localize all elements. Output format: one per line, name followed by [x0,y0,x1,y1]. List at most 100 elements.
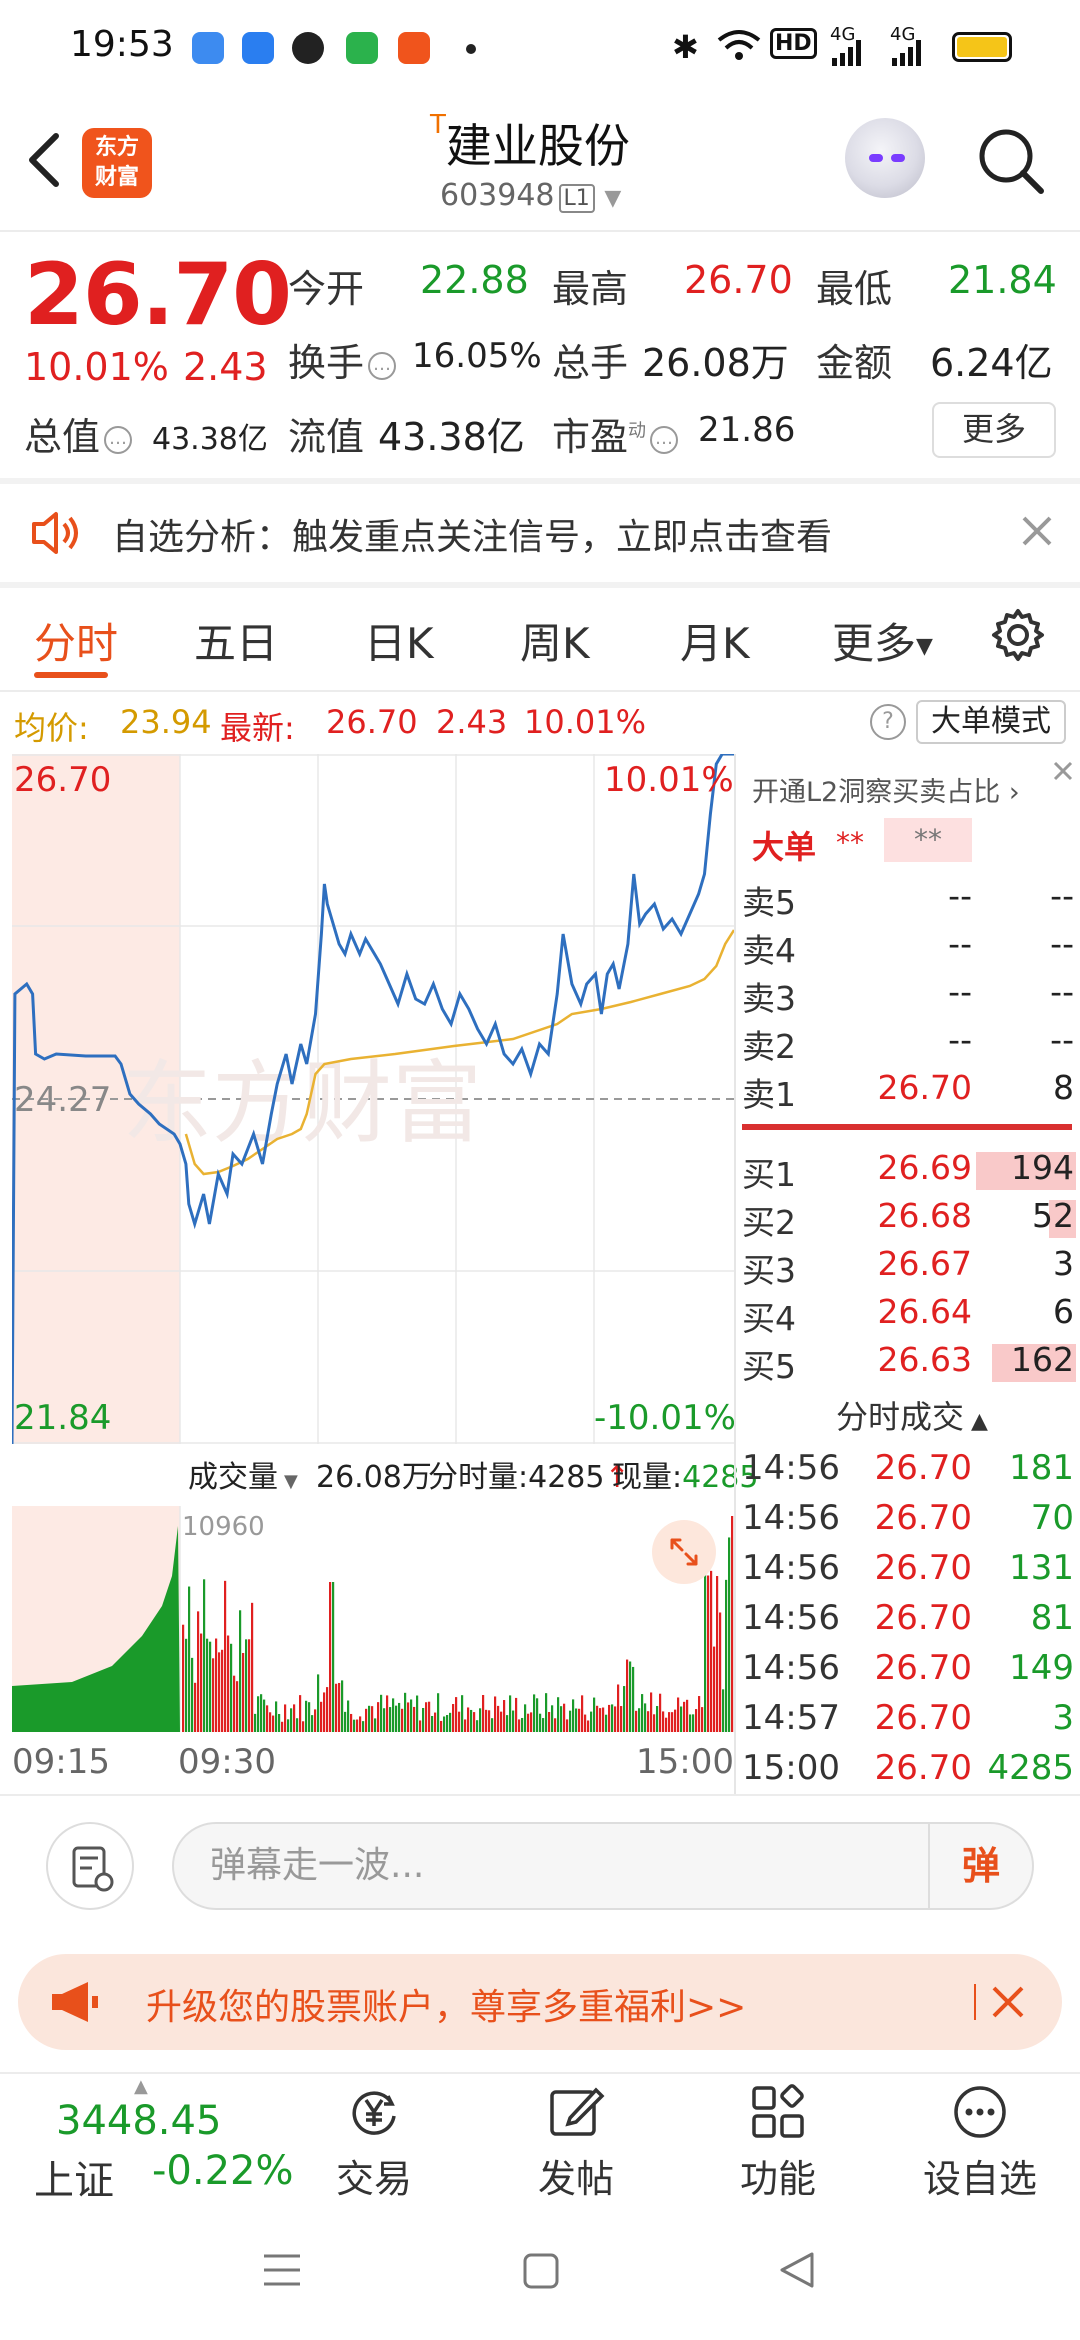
volume-bar [245,1639,248,1732]
watermark: 东方财富 [122,1051,482,1156]
tab-intraday[interactable]: 分时 [34,610,118,671]
robot-assistant-icon[interactable] [845,118,925,198]
divider [0,582,1080,588]
volume-bar [323,1692,326,1732]
close-icon[interactable] [1018,512,1056,550]
tab-monthly-k[interactable]: 月K [680,610,750,671]
close-icon[interactable] [990,1984,1026,2020]
active-tab-indicator [34,672,108,678]
volume-bar [605,1714,608,1732]
index-value[interactable]: 3448.45 [56,2098,221,2144]
volume-bar [206,1638,209,1732]
back-icon[interactable] [778,2250,816,2290]
volume-bar [257,1696,260,1732]
volume-bar [458,1711,461,1732]
volume-bar [707,1575,710,1732]
speaker-icon [32,512,78,554]
hd-badge: HD [770,28,817,59]
header-divider [0,230,1080,232]
tab-more[interactable]: 更多▼ [832,610,933,671]
volume-bar [401,1708,404,1732]
caret-up-icon: ▲ [964,1409,988,1434]
bid-row: 买2 26.68 52 [742,1196,1076,1242]
tab-five-day[interactable]: 五日 [194,610,278,671]
nav-add-watchlist[interactable]: 设自选 [910,2082,1050,2202]
volume-bar [470,1709,473,1732]
volume-bar [407,1702,410,1732]
ask-row: 卖2 -- -- [742,1020,1074,1066]
volume-bar [422,1707,425,1732]
volume-bar [278,1713,281,1732]
divider [974,1984,976,2020]
video-app-icon [398,32,430,64]
back-arrow-icon[interactable] [24,130,64,190]
stock-name[interactable]: T建业股份 [430,110,630,176]
nav-post[interactable]: 发帖 [506,2082,646,2202]
volume-bar [230,1643,233,1732]
volume-bar [683,1701,686,1732]
ask-row: 卖3 -- -- [742,972,1074,1018]
volume-selector[interactable]: 成交量 ▼ [188,1452,298,1496]
big-order-mode-button[interactable]: 大单模式 [916,700,1066,744]
volume-bar [665,1717,668,1732]
intraday-price-chart[interactable]: 东方财富 [12,754,734,1444]
volume-bar [485,1709,488,1732]
alert-text[interactable]: 自选分析：触发重点关注信号，立即点击查看 [112,508,832,560]
promo-text[interactable]: 升级您的股票账户，尊享多重福利>> [146,1978,746,2030]
more-quote-button[interactable]: 更多 [932,402,1056,458]
volume-bar [221,1649,224,1732]
big-order-label: 大单 [752,828,817,866]
grid-icon [752,2084,804,2138]
volume-bar [341,1680,344,1732]
danmaku-settings-icon [72,1846,114,1892]
volume-bar [296,1718,299,1732]
volume-bar [305,1700,308,1732]
help-icon[interactable]: ? [870,704,906,740]
gear-icon[interactable] [990,607,1046,663]
tab-daily-k[interactable]: 日K [364,610,434,671]
menu-icon[interactable] [262,2252,302,2288]
volume-bar [491,1718,494,1732]
ticks-header[interactable]: 分时成交 ▲ [836,1392,988,1438]
pe-label[interactable]: 市盈动… [552,406,682,461]
volume-bar [572,1699,575,1732]
search-icon[interactable] [975,125,1047,197]
eastmoney-logo: 东方 财富 [82,128,152,198]
volume-bar [539,1713,542,1732]
nav-functions[interactable]: 功能 [708,2082,848,2202]
volume-bar [581,1695,584,1732]
volume-chart[interactable] [12,1506,734,1732]
index-name[interactable]: 上证 [34,2148,114,2206]
stock-code[interactable]: 603948 L1 ▼ [440,178,621,213]
volume-total: 26.08万 [316,1460,432,1495]
volume-bar [533,1694,536,1732]
danmaku-settings-button[interactable] [46,1822,134,1910]
volume-bar [197,1611,200,1732]
danmaku-input[interactable]: 弹幕走一波... [172,1822,1034,1910]
send-danmaku-button[interactable]: 弹 [928,1824,1032,1908]
volume-bar [260,1694,263,1732]
float-mv-value: 43.38亿 [378,415,525,459]
volume-bar [392,1698,395,1732]
high-value: 26.70 [684,258,793,302]
l2-promo-link[interactable]: 开通L2洞察买卖占比 › [752,770,1020,809]
volume-bar [317,1674,320,1732]
close-icon[interactable] [1048,756,1078,786]
volume-bar [503,1700,506,1732]
home-icon[interactable] [522,2252,560,2290]
total-mv-label[interactable]: 总值… [24,406,136,461]
volume-bar [545,1693,548,1732]
volume-bar [716,1576,719,1732]
open-value: 22.88 [420,258,529,302]
volume-bar [608,1704,611,1732]
nav-trade[interactable]: 交易 [304,2082,444,2202]
index-change[interactable]: -0.22% [152,2148,294,2194]
turnover-label[interactable]: 换手… [288,332,400,387]
volume-bar [560,1706,563,1732]
tab-weekly-k[interactable]: 周K [520,610,590,671]
expand-chart-button[interactable] [652,1520,716,1584]
volume-bar [527,1713,530,1732]
volume-bar [473,1712,476,1732]
volume-bar [443,1716,446,1732]
volume-bar [521,1717,524,1732]
